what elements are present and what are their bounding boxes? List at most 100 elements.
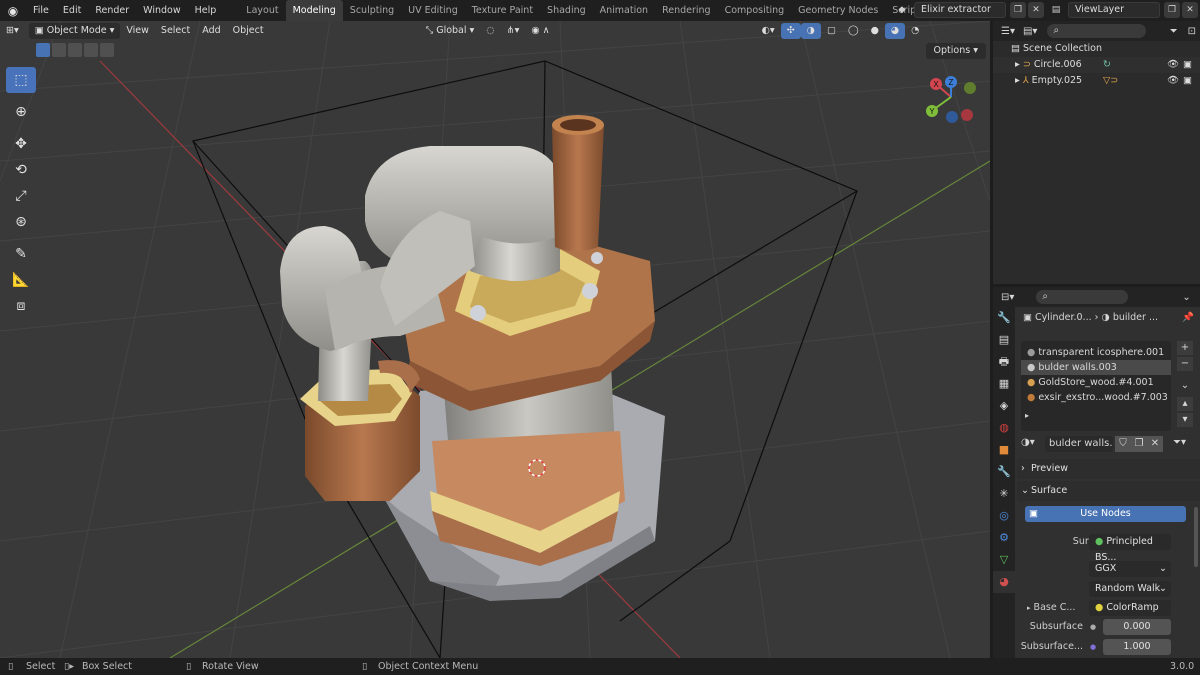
menu-window[interactable]: Window: [136, 0, 187, 21]
view-layer-field[interactable]: ViewLayer: [1068, 2, 1160, 18]
editor-type-icon[interactable]: ⊞▾: [0, 21, 25, 41]
blender-logo-icon[interactable]: ◉: [0, 4, 26, 18]
mode-dropdown[interactable]: ▣ Object Mode ▾: [28, 23, 121, 39]
slot-specials-icon[interactable]: ⌄: [1177, 379, 1193, 393]
gizmo-neg-y-button[interactable]: [964, 82, 976, 94]
material-slot[interactable]: ● bulder walls.003: [1021, 360, 1171, 375]
subsurface-method-dropdown[interactable]: Random Walk ⌄: [1089, 581, 1171, 597]
transform-tool-icon[interactable]: ⊛: [6, 209, 36, 235]
tab-animation[interactable]: Animation: [593, 0, 655, 21]
new-scene-icon[interactable]: ❐: [1010, 2, 1026, 18]
remove-slot-button[interactable]: −: [1177, 357, 1193, 371]
measure-tool-icon[interactable]: 📐: [6, 267, 36, 293]
world-tab-icon[interactable]: ◍: [993, 417, 1015, 439]
active-material-field[interactable]: bulder walls...: [1045, 436, 1113, 452]
tool-tab-icon[interactable]: 🔧: [993, 307, 1015, 329]
tab-uv-editing[interactable]: UV Editing: [401, 0, 465, 21]
constraints-tab-icon[interactable]: ⚙: [993, 527, 1015, 549]
rotate-tool-icon[interactable]: ⟲: [6, 157, 36, 183]
scene-name-field[interactable]: Elixir extractor: [914, 2, 1006, 18]
use-nodes-button[interactable]: ▣ Use Nodes: [1025, 506, 1186, 522]
menu-select[interactable]: Select: [155, 21, 196, 41]
view-layer-tab-icon[interactable]: ▦: [993, 373, 1015, 395]
navigation-gizmo[interactable]: X Z Y: [926, 76, 976, 123]
tab-geometry-nodes[interactable]: Geometry Nodes: [791, 0, 885, 21]
gizmo-neg-x-button[interactable]: [961, 109, 973, 121]
socket-icon[interactable]: ●: [1090, 619, 1096, 635]
surface-panel-header[interactable]: ⌄ Surface: [1017, 481, 1200, 501]
menu-render[interactable]: Render: [88, 0, 136, 21]
options-button[interactable]: Options ▾: [925, 43, 986, 59]
snap-icon[interactable]: ⋔▾: [501, 21, 526, 41]
menu-add[interactable]: Add: [196, 21, 226, 41]
menu-object[interactable]: Object: [227, 21, 270, 41]
move-up-button[interactable]: ▴: [1177, 397, 1193, 411]
select-subtract-icon[interactable]: [68, 43, 82, 57]
options-dropdown-icon[interactable]: ⌄: [1182, 292, 1190, 303]
camera-icon[interactable]: ▣: [1183, 57, 1192, 73]
menu-file[interactable]: File: [26, 0, 56, 21]
view-layer-icon[interactable]: ▤: [1048, 2, 1064, 18]
expand-arrow-icon[interactable]: ▸: [1015, 75, 1020, 86]
expand-arrow-icon[interactable]: ▸: [1021, 411, 1171, 420]
scene-tab-icon[interactable]: ◈: [993, 395, 1015, 417]
material-slot[interactable]: ● exsir_exstro...wood.#7.003: [1021, 390, 1171, 405]
new-collection-icon[interactable]: ⊡: [1184, 26, 1200, 37]
tab-modeling[interactable]: Modeling: [285, 0, 343, 21]
move-tool-icon[interactable]: ✥: [6, 131, 36, 157]
cursor-tool-icon[interactable]: ⊕: [6, 99, 36, 125]
visibility-icon[interactable]: ◐▾: [756, 21, 781, 41]
outliner-item-circle[interactable]: ▸ ⊃ Circle.006 ↻ 👁 ▣: [993, 57, 1200, 73]
scale-tool-icon[interactable]: ⤢: [6, 183, 36, 209]
tab-shading[interactable]: Shading: [540, 0, 593, 21]
3d-viewport[interactable]: X Z Y ⊞▾ ▣ Object Mode ▾ View Select Add…: [0, 21, 990, 658]
modifier-tab-icon[interactable]: 🔧: [993, 461, 1015, 483]
tab-texture-paint[interactable]: Texture Paint: [465, 0, 540, 21]
object-tab-icon[interactable]: ■: [993, 439, 1015, 461]
outliner-item-empty[interactable]: ▸ ⅄ Empty.025 ▽⊃ 👁 ▣: [993, 73, 1200, 89]
display-mode-icon[interactable]: ▤▾: [1019, 26, 1041, 37]
shading-solid-icon[interactable]: ●: [865, 21, 885, 41]
material-tab-icon[interactable]: ◕: [993, 571, 1015, 593]
socket-icon[interactable]: ●: [1090, 639, 1096, 655]
close-icon[interactable]: ✕: [1182, 2, 1198, 18]
overlay-toggle-icon[interactable]: ◑: [800, 23, 821, 39]
link-type-icon[interactable]: ⏷▾: [1173, 437, 1186, 448]
search-icon[interactable]: ⌕: [1036, 290, 1129, 304]
camera-icon[interactable]: ▣: [1183, 73, 1192, 89]
expand-arrow-icon[interactable]: ▸: [1015, 59, 1020, 70]
material-slot[interactable]: ● GoldStore_wood.#4.001: [1021, 375, 1171, 390]
base-color-label[interactable]: ▸ Base C...: [1027, 600, 1075, 616]
menu-view[interactable]: View: [120, 21, 155, 41]
unlink-material-icon[interactable]: ✕: [1147, 436, 1163, 452]
menu-edit[interactable]: Edit: [56, 0, 88, 21]
particles-tab-icon[interactable]: ✳: [993, 483, 1015, 505]
xray-icon[interactable]: ▢: [821, 21, 842, 41]
data-tab-icon[interactable]: ▽: [993, 549, 1015, 571]
distribution-dropdown[interactable]: GGX ⌄: [1089, 561, 1171, 577]
new-view-layer-icon[interactable]: ❐: [1164, 2, 1180, 18]
menu-help[interactable]: Help: [188, 0, 224, 21]
select-extend-icon[interactable]: [52, 43, 66, 57]
subsurface-field[interactable]: 0.000: [1103, 619, 1171, 635]
shading-wireframe-icon[interactable]: ◯: [842, 21, 865, 41]
output-tab-icon[interactable]: 🖶: [993, 351, 1015, 373]
filter-icon[interactable]: ⏷: [1164, 26, 1184, 37]
close-icon[interactable]: ✕: [1028, 2, 1044, 18]
eye-icon[interactable]: 👁: [1167, 57, 1179, 73]
render-tab-icon[interactable]: ▤: [993, 329, 1015, 351]
tab-sculpting[interactable]: Sculpting: [343, 0, 401, 21]
gizmo-neg-z-button[interactable]: [946, 111, 958, 123]
transform-orientation-dropdown[interactable]: ⤡ Global ▾: [420, 21, 481, 41]
shading-rendered-icon[interactable]: ◔: [905, 21, 925, 41]
annotate-tool-icon[interactable]: ✎: [6, 241, 36, 267]
shading-material-icon[interactable]: ◕: [884, 23, 906, 39]
eye-icon[interactable]: 👁: [1167, 73, 1179, 89]
duplicate-material-icon[interactable]: ❐: [1131, 436, 1147, 452]
subsurface-radius-field[interactable]: 1.000: [1103, 639, 1171, 655]
search-icon[interactable]: ⌕: [1047, 24, 1146, 38]
add-slot-button[interactable]: +: [1177, 341, 1193, 355]
editor-type-icon[interactable]: ⊟▾: [997, 292, 1018, 303]
preview-panel-header[interactable]: › Preview: [1017, 459, 1200, 479]
fake-user-icon[interactable]: ⛉: [1115, 436, 1131, 452]
